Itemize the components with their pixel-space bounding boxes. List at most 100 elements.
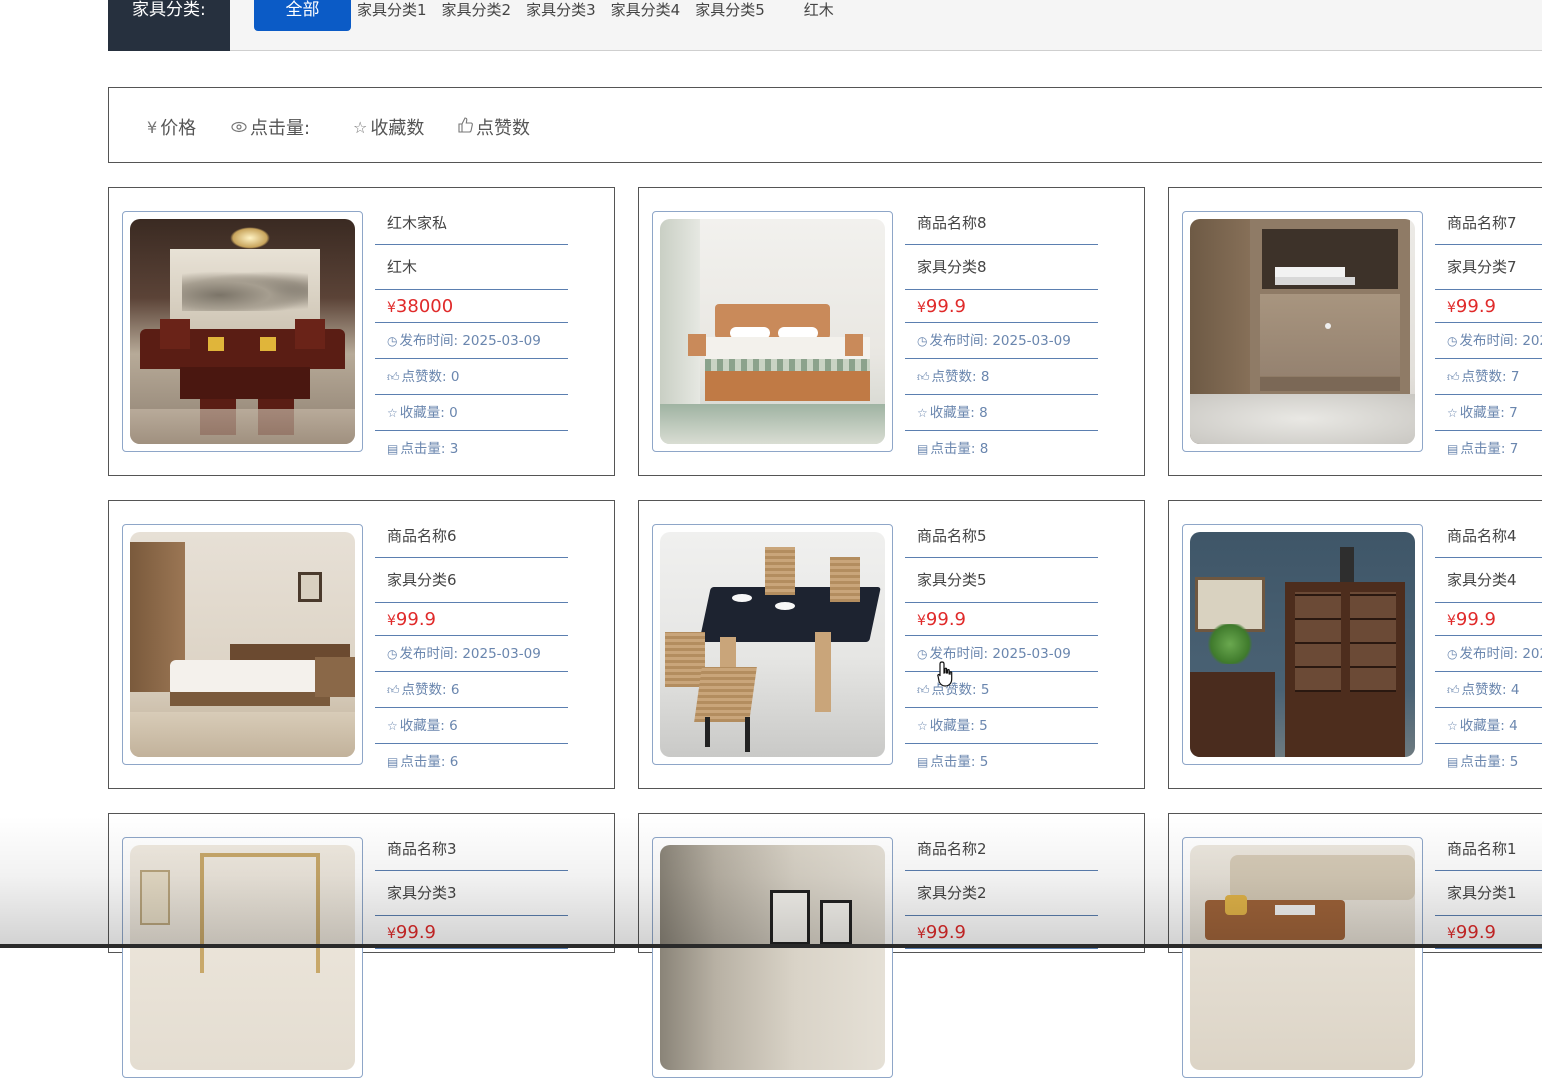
date-label: 发布时间:	[399, 646, 463, 662]
likes-label: 点赞数:	[401, 369, 451, 385]
product-price-value: 99.9	[1455, 609, 1496, 630]
product-card[interactable]: 商品名称4 家具分类4 ¥99.9 ◷发布时间: 2025-03-09 👍︎点赞…	[1168, 500, 1542, 789]
product-favorites: ☆ 收藏量: 5	[905, 708, 1098, 744]
product-likes: 👍︎ 点赞数: 0	[375, 359, 568, 395]
product-favorites: ☆ 收藏量: 8	[905, 395, 1098, 431]
favs-label: 收藏量:	[1459, 405, 1510, 421]
date-value: 2025-03-09	[462, 333, 541, 349]
document-icon: ▤	[1447, 755, 1459, 769]
category-item-hongmu[interactable]: 红木	[780, 0, 849, 20]
product-name[interactable]: 商品名称6	[375, 516, 568, 558]
product-photo[interactable]	[1182, 211, 1423, 452]
product-clicks: ▤ 点击量: 8	[905, 431, 1098, 467]
clicks-value: 7	[1509, 441, 1519, 457]
sort-likes[interactable]: 点赞数	[457, 114, 530, 140]
product-photo[interactable]	[1182, 524, 1423, 765]
product-card[interactable]: 商品名称5 家具分类5 ¥99.9 ◷ 发布时间: 2025-03-09 👍︎ 点赞…	[638, 500, 1145, 789]
yen-symbol: ¥	[1447, 300, 1456, 316]
bottom-edge	[0, 944, 1542, 948]
clicks-value: 3	[449, 441, 459, 457]
category-item-1[interactable]: 家具分类1	[357, 0, 442, 20]
product-date: ◷发布时间: 2025-03-09	[1435, 636, 1542, 672]
product-photo[interactable]	[652, 524, 893, 765]
product-card[interactable]: 商品名称8 家具分类8 ¥99.9 ◷ 发布时间: 2025-03-09 👍︎ 点赞…	[638, 187, 1145, 476]
likes-value: 8	[980, 369, 990, 385]
clock-icon: ◷	[1447, 647, 1458, 661]
sort-clicks[interactable]: 点击量:	[231, 114, 310, 140]
product-image-wooden-bed	[660, 219, 885, 444]
product-clicks: ▤ 点击量: 5	[905, 744, 1098, 780]
clicks-label: 点击量:	[1460, 754, 1510, 770]
product-card[interactable]: 商品名称3 家具分类3 ¥99.9	[108, 813, 615, 1078]
product-info: 商品名称1 家具分类1 ¥99.9	[1435, 829, 1542, 949]
product-photo[interactable]	[122, 211, 363, 452]
likes-value: 6	[450, 682, 460, 698]
favs-label: 收藏量:	[399, 405, 450, 421]
clicks-value: 5	[979, 754, 989, 770]
product-photo[interactable]	[1182, 837, 1423, 1078]
product-photo[interactable]	[652, 211, 893, 452]
category-item-5[interactable]: 家具分类5	[695, 0, 780, 20]
product-favorites: ☆ 收藏量: 4	[1435, 708, 1542, 744]
yen-symbol: ¥	[387, 300, 396, 316]
product-info: 商品名称7 家具分类7 ¥99.9 ◷发布时间: 2025-03-09 👍︎点赞…	[1435, 203, 1542, 467]
product-name[interactable]: 商品名称4	[1435, 516, 1542, 558]
product-photo[interactable]	[122, 524, 363, 765]
product-card[interactable]: 商品名称2 家具分类2 ¥99.9	[638, 813, 1145, 1078]
product-favorites: ☆ 收藏量: 7	[1435, 395, 1542, 431]
sort-price[interactable]: ¥ 价格	[147, 114, 196, 140]
product-name[interactable]: 商品名称2	[905, 829, 1098, 871]
thumb-up-icon	[457, 117, 473, 137]
category-all-button[interactable]: 全部	[254, 0, 351, 31]
product-clicks: ▤ 点击量: 5	[1435, 744, 1542, 780]
product-price: ¥99.9	[1435, 603, 1542, 636]
product-name[interactable]: 商品名称7	[1435, 203, 1542, 245]
thumb-up-icon: 👍︎	[1447, 683, 1460, 697]
product-likes: 👍︎ 点赞数: 4	[1435, 672, 1542, 708]
product-photo[interactable]	[122, 837, 363, 1078]
product-image-sofa-coffee-table	[1190, 845, 1415, 1070]
clock-icon: ◷	[917, 647, 928, 661]
star-icon: ☆	[387, 719, 398, 733]
product-name[interactable]: 商品名称3	[375, 829, 568, 871]
product-image-bedroom	[130, 532, 355, 757]
product-name[interactable]: 商品名称1	[1435, 829, 1542, 871]
product-category: 家具分类5	[905, 558, 1098, 603]
product-card[interactable]: 商品名称7 家具分类7 ¥99.9 ◷发布时间: 2025-03-09 👍︎点赞…	[1168, 187, 1542, 476]
clicks-label: 点击量:	[400, 441, 450, 457]
product-photo[interactable]	[652, 837, 893, 1078]
product-card[interactable]: 商品名称6 家具分类6 ¥99.9 ◷ 发布时间: 2025-03-09 👍︎ 点赞…	[108, 500, 615, 789]
favs-value: 6	[449, 718, 458, 734]
product-name[interactable]: 红木家私	[375, 203, 568, 245]
product-image-canopy-bed	[130, 845, 355, 1070]
category-item-2[interactable]: 家具分类2	[442, 0, 527, 20]
product-card[interactable]: 红木家私 红木 ¥38000 ◷ 发布时间: 2025-03-09 👍︎ 点赞数: …	[108, 187, 615, 476]
thumb-up-icon: 👍︎	[917, 370, 930, 384]
product-category: 家具分类6	[375, 558, 568, 603]
sort-favorites-label: 收藏数	[370, 118, 425, 139]
clicks-label: 点击量:	[1460, 441, 1510, 457]
product-price: ¥99.9	[905, 290, 1098, 323]
product-date: ◷发布时间: 2025-03-09	[375, 323, 568, 359]
product-price: ¥99.9	[905, 603, 1098, 636]
sort-likes-label: 点赞数	[476, 118, 530, 139]
product-card[interactable]: 商品名称1 家具分类1 ¥99.9	[1168, 813, 1542, 1078]
product-name[interactable]: 商品名称8	[905, 203, 1098, 245]
product-price-value: 38000	[395, 296, 454, 317]
product-price-value: 99.9	[1455, 922, 1496, 943]
document-icon: ▤	[387, 442, 399, 456]
date-value: 2025-03-09	[462, 646, 541, 662]
product-image-red-wood-living-room	[130, 219, 355, 444]
product-image-nightstand	[1190, 219, 1415, 444]
product-name[interactable]: 商品名称5	[905, 516, 1098, 558]
product-price: ¥99.9	[375, 603, 568, 636]
favs-value: 5	[979, 718, 988, 734]
product-category: 家具分类4	[1435, 558, 1542, 603]
product-price: ¥99.9	[1435, 290, 1542, 323]
category-item-4[interactable]: 家具分类4	[611, 0, 696, 20]
favs-value: 0	[449, 405, 458, 421]
sort-favorites[interactable]: ☆ 收藏数	[353, 114, 424, 140]
star-icon: ☆	[353, 117, 368, 137]
clicks-label: 点击量:	[400, 754, 450, 770]
category-item-3[interactable]: 家具分类3	[526, 0, 611, 20]
